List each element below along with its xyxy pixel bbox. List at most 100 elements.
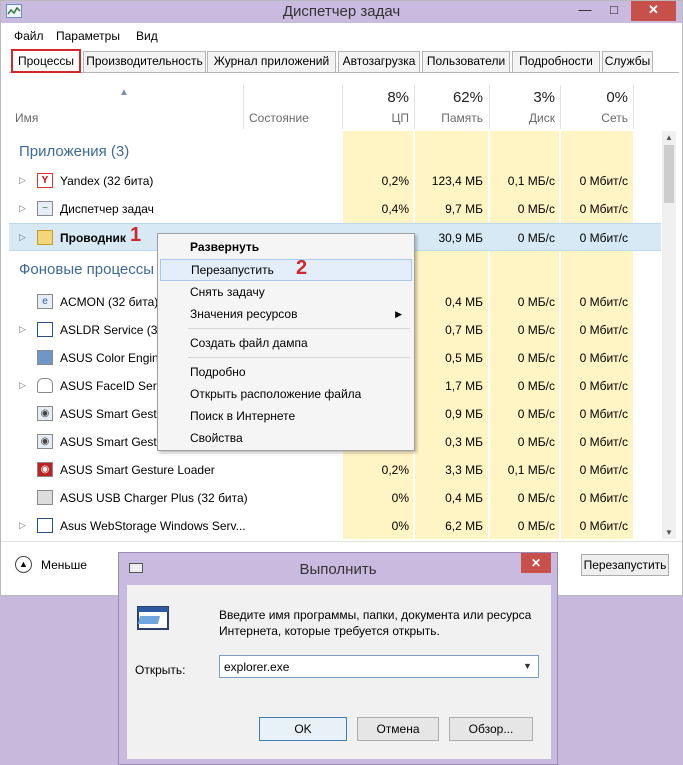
window-app-icon [37,518,53,533]
tab-services[interactable]: Службы [602,51,653,72]
cpu-value: 0% [391,519,409,533]
disk-value: 0,1 МБ/с [507,174,555,188]
disk-value: 0 МБ/с [517,407,555,421]
run-icon [137,606,169,630]
tab-startup[interactable]: Автозагрузка [338,51,420,72]
tab-performance[interactable]: Производительность [83,51,206,72]
fewer-details-label: Меньше [41,558,87,572]
memory-value: 123,4 МБ [431,174,483,188]
cancel-button[interactable]: Отмена [357,717,439,741]
column-network[interactable]: Сеть [561,111,628,125]
close-icon[interactable]: ✕ [631,1,676,21]
disk-percent[interactable]: 3% [490,89,555,106]
browse-button[interactable]: Обзор... [449,717,533,741]
menu-item-properties[interactable]: Свойства [160,427,412,449]
folder-icon [37,230,53,245]
minimize-icon[interactable]: — [572,1,598,21]
group-apps-title: Приложения (3) [19,143,130,160]
memory-value: 0,3 МБ [445,435,483,449]
menu-item-details[interactable]: Подробно [160,361,412,383]
expand-icon[interactable]: ▷ [19,520,26,531]
menu-item-end-task[interactable]: Снять задачу [160,281,412,303]
process-row-task-manager[interactable]: ▷ ~ Диспетчер задач 0,4% 9,7 МБ 0 МБ/с 0… [9,195,661,223]
monitor-icon [37,350,53,365]
menu-item-search-online[interactable]: Поиск в Интернете [160,405,412,427]
tab-users[interactable]: Пользователи [422,51,510,72]
disk-value: 0,1 МБ/с [507,463,555,477]
memory-value: 0,5 МБ [445,351,483,365]
process-name: ASUS Smart Gestur [60,407,168,421]
process-name: ACMON (32 бита) [60,295,159,309]
network-value: 0 Мбит/с [579,351,628,365]
chevron-down-icon[interactable]: ▼ [523,661,532,671]
menu-item-create-dump[interactable]: Создать файл дампа [160,332,412,354]
process-name: Проводник [60,231,126,245]
network-percent[interactable]: 0% [561,89,628,106]
expand-icon[interactable]: ▷ [19,175,26,186]
vertical-scrollbar[interactable]: ▲ ▼ [662,131,676,539]
command-input[interactable] [219,655,539,678]
column-name[interactable]: Имя [15,111,38,125]
expand-icon[interactable]: ▷ [19,324,26,335]
expand-icon[interactable]: ▷ [19,203,26,214]
chevron-up-icon: ▲ [15,556,32,573]
cpu-value: 0,4% [381,202,409,216]
callout-step-2: 2 [296,257,308,279]
gesture-icon: ◉ [37,434,53,449]
column-status[interactable]: Состояние [249,111,309,125]
maximize-icon[interactable]: □ [601,1,627,21]
menu-item-open-file-location[interactable]: Открыть расположение файла [160,383,412,405]
disk-value: 0 МБ/с [517,295,555,309]
menu-options[interactable]: Параметры [56,29,120,43]
process-row-usb-charger[interactable]: ASUS USB Charger Plus (32 бита) 0% 0,4 М… [9,484,661,512]
process-row-gesture-loader[interactable]: ◉ ASUS Smart Gesture Loader 0,2% 3,3 МБ … [9,456,661,484]
process-row-yandex[interactable]: ▷ Y Yandex (32 бита) 0,2% 123,4 МБ 0,1 М… [9,167,661,195]
disk-value: 0 МБ/с [517,491,555,505]
scroll-down-icon[interactable]: ▼ [665,528,673,537]
memory-percent[interactable]: 62% [415,89,483,106]
menu-item-resource-values[interactable]: Значения ресурсов ▶ [160,303,412,325]
network-value: 0 Мбит/с [579,202,628,216]
tab-details[interactable]: Подробности [512,51,600,72]
network-value: 0 Мбит/с [579,463,628,477]
network-value: 0 Мбит/с [579,323,628,337]
column-cpu[interactable]: ЦП [343,111,409,125]
disk-value: 0 МБ/с [517,202,555,216]
run-dialog-title: Выполнить [299,561,377,578]
menu-item-restart[interactable]: Перезапустить [160,259,412,281]
window-app-icon [37,322,53,337]
process-row-webstorage[interactable]: ▷ Asus WebStorage Windows Serv... 0% 6,2… [9,512,661,539]
network-value: 0 Мбит/с [579,295,628,309]
tab-processes[interactable]: Процессы [11,49,81,73]
column-disk[interactable]: Диск [490,111,555,125]
expand-icon[interactable]: ▷ [19,232,26,243]
submenu-arrow-icon: ▶ [395,309,402,319]
close-icon[interactable]: ✕ [521,553,551,573]
restart-button[interactable]: Перезапустить [581,554,669,576]
title-bar[interactable]: Диспетчер задач — □ ✕ [1,1,682,23]
column-memory[interactable]: Память [415,111,483,125]
scroll-thumb[interactable] [664,145,674,203]
disk-value: 0 МБ/с [517,379,555,393]
cpu-value: 0,2% [381,174,409,188]
cpu-percent[interactable]: 8% [343,89,409,106]
process-name: ASUS Smart Gestur [60,435,168,449]
process-name: Yandex (32 бита) [60,174,154,188]
context-menu: Развернуть Перезапустить Снять задачу Зн… [157,233,415,451]
sort-up-icon: ▲ [119,87,129,98]
memory-value: 9,7 МБ [445,202,483,216]
menu-view[interactable]: Вид [136,29,158,43]
menu-file[interactable]: Файл [14,29,44,43]
expand-icon[interactable]: ▷ [19,380,26,391]
process-name: Asus WebStorage Windows Serv... [60,519,246,533]
ok-button[interactable]: OK [259,717,347,741]
user-icon [37,378,53,393]
network-value: 0 Мбит/с [579,231,628,245]
tab-strip: Процессы Производительность Журнал прило… [9,49,679,73]
network-value: 0 Мбит/с [579,379,628,393]
scroll-up-icon[interactable]: ▲ [665,133,673,142]
tab-app-history[interactable]: Журнал приложений [207,51,336,72]
callout-step-1: 1 [130,224,142,246]
network-value: 0 Мбит/с [579,174,628,188]
menu-item-expand[interactable]: Развернуть [160,236,412,258]
